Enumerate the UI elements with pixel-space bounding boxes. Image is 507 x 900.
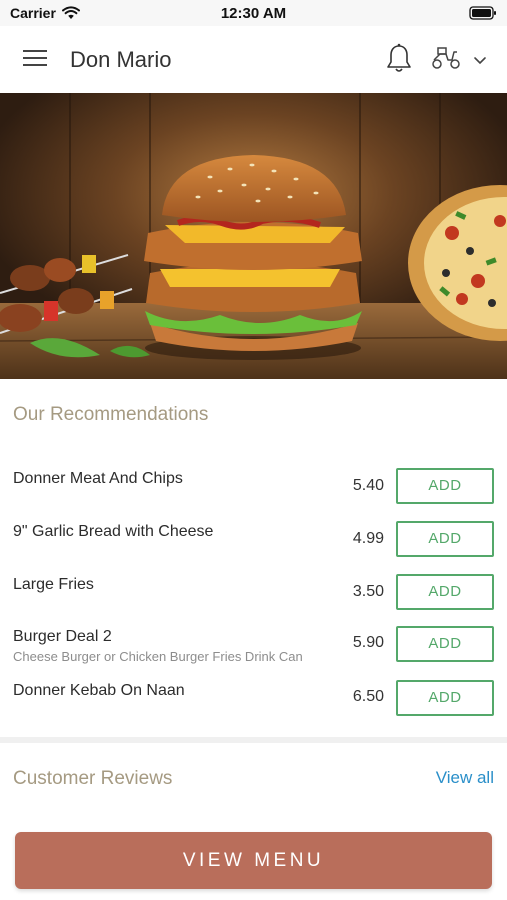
- item-name: Donner Meat And Chips: [13, 470, 183, 487]
- add-button[interactable]: ADD: [396, 574, 494, 610]
- menu-item-row: Burger Deal 2 Cheese Burger or Chicken B…: [0, 623, 507, 673]
- menu-item-row: Donner Meat And Chips 5.40 ADD: [0, 465, 507, 515]
- menu-icon[interactable]: [23, 49, 47, 72]
- battery-icon: [469, 6, 497, 25]
- item-price: 6.50: [352, 688, 384, 705]
- menu-item-row: 9" Garlic Bread with Cheese 4.99 ADD: [0, 518, 507, 568]
- item-price: 5.40: [352, 477, 384, 494]
- item-price: 3.50: [352, 583, 384, 600]
- item-price: 5.90: [352, 634, 384, 651]
- item-description: Cheese Burger or Chicken Burger Fries Dr…: [13, 649, 303, 664]
- view-all-reviews-link[interactable]: View all: [436, 768, 494, 788]
- chevron-down-icon[interactable]: [473, 53, 487, 71]
- hero-banner: [0, 93, 507, 379]
- add-button[interactable]: ADD: [396, 521, 494, 557]
- page-title: Don Mario: [70, 47, 172, 72]
- reviews-title: Customer Reviews: [13, 768, 173, 789]
- item-name: Donner Kebab On Naan: [13, 682, 185, 699]
- bell-icon[interactable]: [385, 43, 413, 80]
- menu-item-row: Donner Kebab On Naan 6.50 ADD: [0, 677, 507, 727]
- recommendations-title: Our Recommendations: [13, 404, 209, 425]
- status-bar: Carrier 12:30 AM: [0, 0, 507, 26]
- menu-item-row: Large Fries 3.50 ADD: [0, 571, 507, 621]
- view-menu-button[interactable]: VIEW MENU: [15, 832, 492, 889]
- add-button[interactable]: ADD: [396, 626, 494, 662]
- item-name: Large Fries: [13, 576, 94, 593]
- item-price: 4.99: [352, 530, 384, 547]
- add-button[interactable]: ADD: [396, 680, 494, 716]
- app-header: Don Mario: [0, 26, 507, 92]
- item-name: 9" Garlic Bread with Cheese: [13, 523, 214, 540]
- status-time: 12:30 AM: [220, 5, 287, 22]
- add-button[interactable]: ADD: [396, 468, 494, 504]
- section-divider: [0, 737, 507, 743]
- item-name: Burger Deal 2: [13, 628, 112, 645]
- delivery-scooter-icon[interactable]: [430, 46, 462, 75]
